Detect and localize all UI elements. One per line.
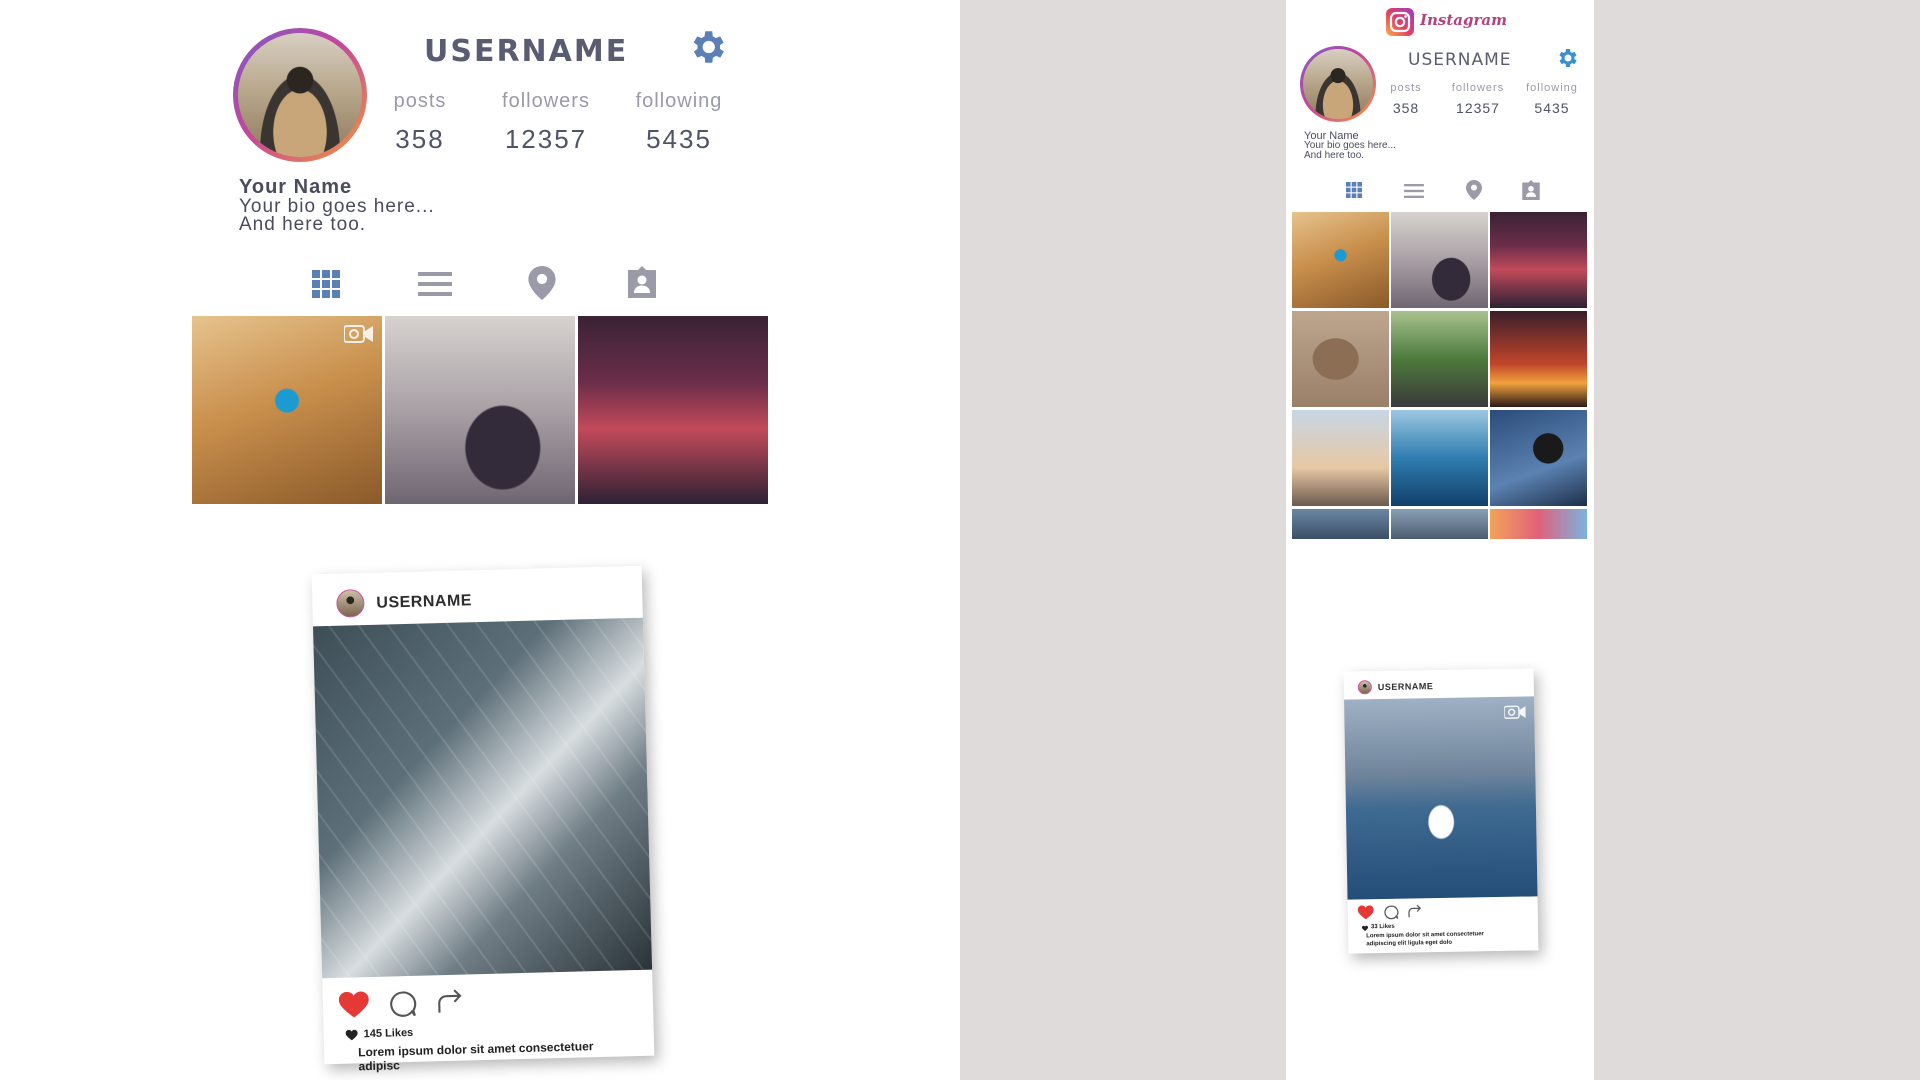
like-heart-icon-small[interactable] (1357, 905, 1374, 920)
settings-gear-icon[interactable] (686, 26, 728, 68)
location-pin-icon-small[interactable] (1466, 180, 1482, 200)
stat-value-posts[interactable]: 358 (380, 124, 460, 155)
list-icon-small[interactable] (1404, 184, 1424, 198)
profile-bio-line2-small: And here too. (1304, 150, 1365, 161)
video-camera-icon-small (1504, 705, 1526, 719)
grid-photo-street-small[interactable] (1490, 212, 1587, 308)
stat-label-posts-small: posts (1390, 82, 1422, 94)
profile-avatar[interactable] (238, 33, 362, 157)
post-card-small: USERNAME 33 Likes Lorem ipsum dolor sit … (1343, 668, 1539, 954)
grid-icon[interactable] (312, 270, 340, 298)
post-caption-line2: adipisc (358, 1058, 401, 1074)
video-camera-icon (344, 325, 373, 343)
profile-username-small: USERNAME (1408, 50, 1512, 70)
post-likes-small[interactable]: 33 Likes (1371, 924, 1395, 930)
stat-value-following-small[interactable]: 5435 (1518, 100, 1586, 116)
post-username[interactable]: USERNAME (376, 592, 472, 612)
stat-label-following-small: following (1526, 82, 1578, 94)
background-panel (960, 0, 1286, 1080)
camera-glyph-icon (1389, 11, 1411, 33)
grid-photo-street[interactable] (578, 316, 768, 504)
grid-photo-city2-small[interactable] (1391, 509, 1488, 539)
likes-heart-icon (345, 1029, 358, 1041)
post-caption-line1-small: Lorem ipsum dolor sit amet consectetuer (1366, 931, 1484, 940)
post-likes[interactable]: 145 Likes (364, 1027, 414, 1040)
grid-photo-bike[interactable] (192, 316, 382, 504)
post-image-small[interactable] (1344, 696, 1538, 900)
comment-icon[interactable] (389, 990, 418, 1019)
post-avatar-small[interactable] (1357, 680, 1372, 695)
stat-value-followers[interactable]: 12357 (488, 124, 604, 155)
grid-photo-sneakers-small[interactable] (1292, 311, 1389, 407)
grid-photo-sunset-small[interactable] (1490, 311, 1587, 407)
stat-value-followers-small[interactable]: 12357 (1444, 100, 1512, 116)
tagged-icon[interactable] (626, 266, 658, 298)
profile-username: USERNAME (424, 34, 629, 69)
grid-icon-small[interactable] (1346, 182, 1362, 198)
stat-label-following: following (635, 90, 723, 112)
instagram-logo-icon (1386, 8, 1414, 36)
stat-label-posts: posts (393, 90, 447, 112)
post-card: USERNAME 145 Likes Lorem ipsum dolor sit… (311, 565, 655, 1073)
profile-avatar-small[interactable] (1303, 49, 1373, 119)
grid-photo-bike-small[interactable] (1292, 212, 1389, 308)
like-heart-icon[interactable] (338, 991, 370, 1018)
stat-label-followers-small: followers (1451, 82, 1505, 94)
profile-bio-line2: And here too. (239, 214, 367, 235)
post-username-small[interactable]: USERNAME (1378, 681, 1434, 692)
likes-heart-icon-small (1361, 925, 1369, 931)
grid-photo-camera-small[interactable] (1490, 410, 1587, 506)
stat-value-posts-small[interactable]: 358 (1386, 100, 1426, 116)
grid-photo-luggage[interactable] (385, 316, 575, 504)
grid-photo-road-small[interactable] (1391, 311, 1488, 407)
grid-photo-sky-small[interactable] (1292, 410, 1389, 506)
post-caption-line1: Lorem ipsum dolor sit amet consectetuer (357, 1039, 594, 1060)
grid-photo-city-small[interactable] (1292, 509, 1389, 539)
grid-photo-wave-small[interactable] (1391, 410, 1488, 506)
list-icon[interactable] (418, 272, 452, 296)
stat-value-following[interactable]: 5435 (624, 124, 734, 155)
grid-photo-luggage-small[interactable] (1391, 212, 1488, 308)
tagged-icon-small[interactable] (1521, 180, 1541, 200)
share-icon-small[interactable] (1408, 904, 1423, 918)
post-image[interactable] (313, 617, 653, 979)
post-caption-line2-small: adipiscing elit ligula eget dolo (1366, 939, 1453, 948)
grid-photo-blur-small[interactable] (1490, 509, 1587, 539)
share-icon[interactable] (437, 989, 466, 1016)
background-panel (1594, 0, 1920, 1080)
settings-gear-icon-small[interactable] (1555, 46, 1579, 70)
location-pin-icon[interactable] (528, 266, 556, 300)
stat-label-followers: followers (502, 90, 590, 112)
comment-icon-small[interactable] (1384, 905, 1399, 920)
brand-wordmark: Instagram (1420, 11, 1507, 29)
post-avatar[interactable] (336, 589, 365, 618)
